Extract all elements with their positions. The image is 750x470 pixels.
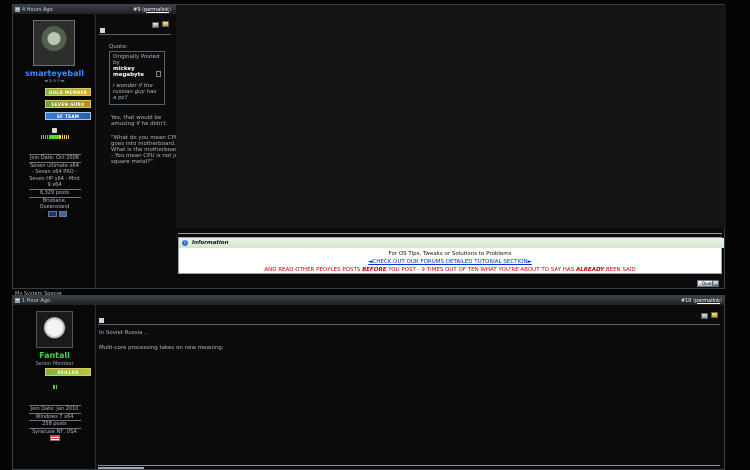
info-title: Information [192,240,229,246]
join-date: Join Date: Oct 2008 [30,155,79,161]
quote-label: Quote: [109,44,128,50]
view-post-icon[interactable] [156,71,161,77]
post-time: 4 Hours Ago [22,6,53,13]
info-line-3a: AND READ OTHER PEOPLES POSTS [264,267,363,273]
info-icon: i [182,240,188,246]
report-post-icon[interactable] [701,313,708,319]
flag-us-icon [50,435,60,441]
post-number[interactable]: #9 [133,7,140,13]
info-line-3c: YOU POST - 9 TIMES OUT OF TEN WHAT YOU'R… [386,267,576,273]
post-time: 1 Hour Ago [22,297,51,304]
post-10: 1 Hour Ago #10 (permalink) Fantall Senio… [12,295,725,470]
content-separator [98,324,720,325]
post-body-line-2: "What do you mean CPU goes into motherbo… [111,135,184,165]
warning-post-icon[interactable] [162,21,169,27]
os-line: Seven HP x64 - Mint [29,175,80,182]
os-line: Seven ultimate x64 [30,162,79,169]
post-content: In Soviet Russia .. Multi-core processin… [97,305,724,469]
quote-box: Originally Posted by mickey megabyte i w… [109,51,165,105]
user-online-icon [59,211,67,217]
post-9: 4 Hours Ago #9 (permalink) smarteyeball … [12,4,726,297]
post-content: Quote: Originally Posted by mickey megab… [97,14,183,228]
permalink-link[interactable]: permalink [695,298,720,304]
post-body-line-1: Yes, that would be amusing if he didn't. [111,115,168,127]
post-header: 1 Hour Ago #10 (permalink) [13,296,724,305]
post-icon [100,28,105,33]
quote-author[interactable]: mickey megabyte [113,66,154,78]
reputation-icon [52,128,57,133]
os-line: Windows 7 x64 [35,413,74,420]
info-line-3: AND READ OTHER PEOPLES POSTS BEFORE YOU … [179,267,721,273]
reputation-bar [35,135,75,139]
os-line: - Seven x64 PRO - [31,169,78,176]
avatar[interactable] [33,20,75,66]
quote-originally-posted: Originally Posted by [113,54,160,66]
multi-quote-icon[interactable] [712,280,719,286]
report-post-icon[interactable] [152,22,159,28]
info-separator [178,233,722,234]
tutorial-link[interactable]: ◄CHECK OUT OUR FORUMS DETAILED TUTORIAL … [179,259,721,265]
warning-post-icon[interactable] [711,312,718,318]
reputation-bar [53,385,58,389]
user-title: Senior Member [35,361,74,367]
badge-seven-guru: SEVEN GURU [45,100,91,108]
user-stats: Join Date: Jan 2010 Windows 7 x64 258 po… [13,405,96,435]
avatar[interactable] [36,311,73,348]
location: Queensland [39,204,70,211]
post-count: 258 posts [42,421,67,428]
flag-au-icon [48,211,57,217]
username[interactable]: smarteyeball [13,69,96,78]
join-date: Join Date: Jan 2010 [30,406,79,412]
username[interactable]: Fantall [13,351,96,360]
info-line-3e: BEEN SAID [604,267,636,273]
quote-text: i wonder if the russian guy has a pc? [113,83,157,101]
location: Brisbane, [42,197,67,204]
post-count: 6,329 posts [39,189,70,196]
user-sidebar: Fantall Senior Member SKILLED Join Date:… [13,305,96,469]
embedded-image [176,5,726,228]
post-old-icon [15,7,20,12]
post-old-icon [15,298,20,303]
info-emphasis-before: BEFORE [362,267,387,273]
post-icon [99,318,104,323]
information-box: i Information For OS Tips, Tweaks or Sol… [178,237,724,274]
user-sidebar: smarteyeball ◄ a o n ► GOLD MEMBER SEVEN… [13,14,96,297]
badge-skilled: SKILLED [45,368,91,376]
post-body-line-1: In Soviet Russia .. [99,330,148,336]
user-stats: Join Date: Oct 2008 Seven ultimate x64 -… [13,154,96,211]
post-body-line-2: Multi-core processing takes on new meani… [99,345,224,351]
signature-image [98,467,144,469]
badge-sf-team: SF TEAM [45,112,91,120]
info-line-1: For OS Tips, Tweaks or Solutions to Prob… [388,251,512,257]
user-status-line: ◄ a o n ► [43,79,65,84]
content-separator [99,34,171,35]
info-emphasis-already: ALREADY [575,267,605,273]
os-line: 9 x64 [47,182,62,189]
permalink-link[interactable]: permalink [144,7,169,13]
badge-gold-member: GOLD MEMBER [45,88,91,96]
post-number[interactable]: #10 [681,298,692,304]
